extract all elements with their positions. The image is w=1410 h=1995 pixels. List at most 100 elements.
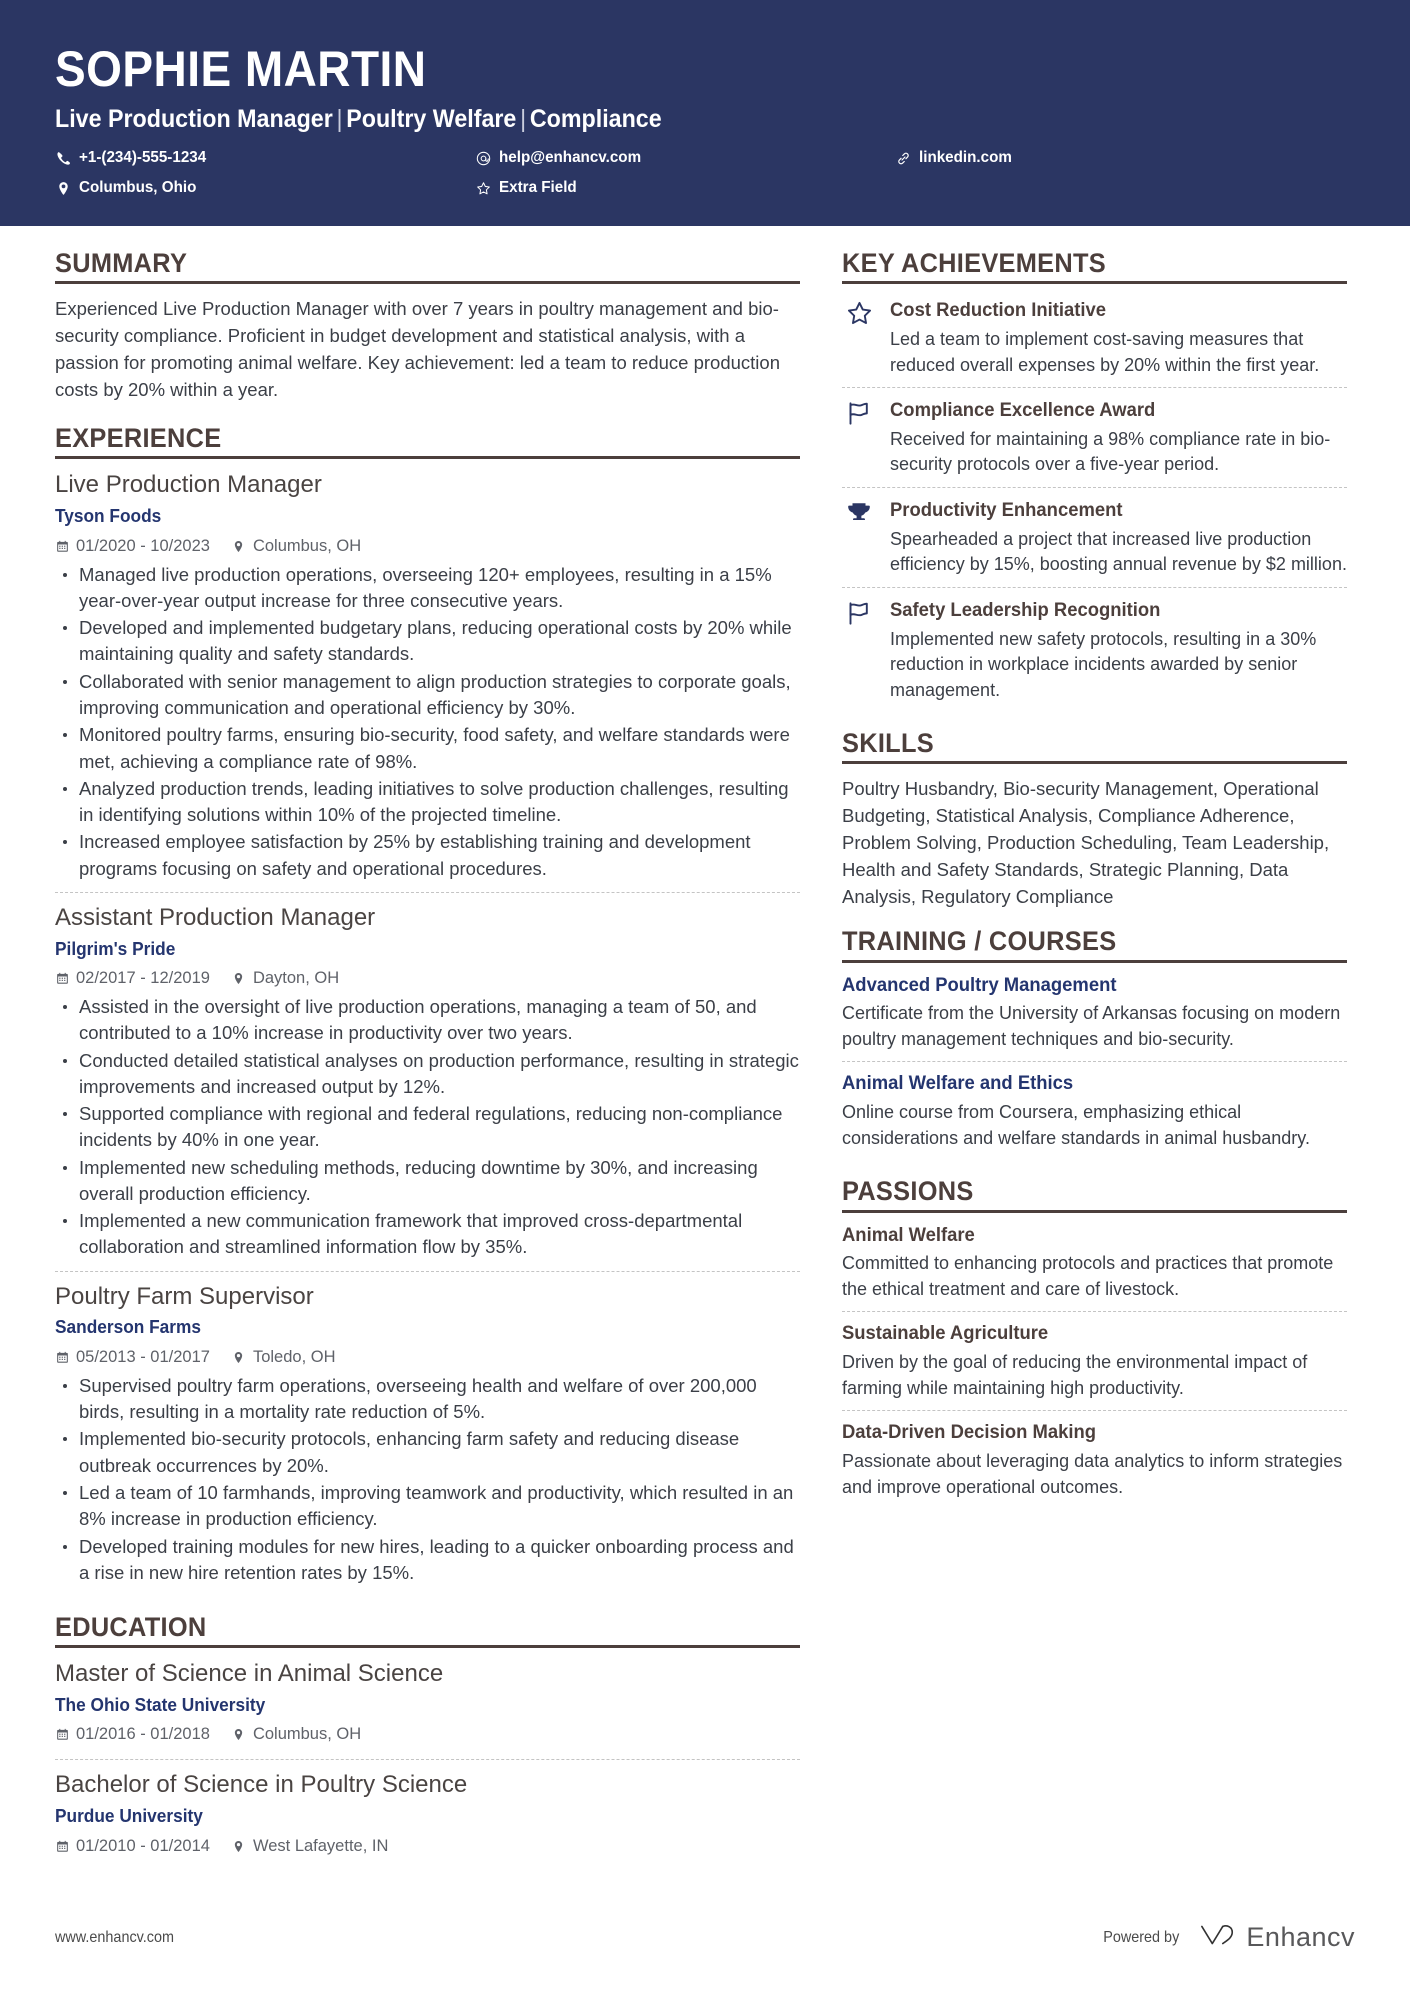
achievement-body: Productivity Enhancement Spearheaded a p… — [890, 499, 1347, 578]
right-column: KEY ACHIEVEMENTS Cost Reduction Initiati… — [842, 248, 1347, 1513]
contact-phone-text: +1-(234)-555-1234 — [79, 149, 207, 166]
bullet: Supervised poultry farm operations, over… — [55, 1373, 800, 1426]
education-entry: Bachelor of Science in Poultry Science P… — [55, 1759, 800, 1870]
skills-text: Poultry Husbandry, Bio-security Manageme… — [842, 778, 1330, 908]
star-icon — [475, 180, 491, 196]
passion-title: Animal Welfare — [842, 1224, 975, 1246]
passion-description: Driven by the goal of reducing the envir… — [842, 1352, 1308, 1398]
headline-part-1: Live Production Manager — [55, 105, 333, 133]
education-dates-text: 01/2016 - 01/2018 — [76, 1725, 210, 1744]
resume-page: SOPHIE MARTIN Live Production Manager | Po… — [0, 0, 1410, 1995]
passion-description: Committed to enhancing protocols and pra… — [842, 1253, 1334, 1299]
footer-branding: Powered by Enhancv — [1099, 1922, 1355, 1953]
bullet: Managed live production operations, over… — [55, 562, 800, 615]
achievement-body: Compliance Excellence Award Received for… — [890, 399, 1347, 478]
achievement-description: Led a team to implement cost-saving meas… — [890, 328, 1320, 375]
contact-email[interactable]: help@enhancv.com — [475, 146, 895, 170]
achievement-title: Cost Reduction Initiative — [890, 300, 1107, 322]
experience-bullets: Supervised poultry farm operations, over… — [55, 1373, 800, 1586]
bullet: Monitored poultry farms, ensuring bio-se… — [55, 722, 800, 775]
headline-separator-1: | — [336, 105, 343, 133]
section-education: EDUCATION Master of Science in Animal Sc… — [55, 1612, 800, 1871]
experience-entry: Poultry Farm Supervisor Sanderson Farms … — [55, 1270, 800, 1596]
education-entry: Master of Science in Animal Science The … — [55, 1659, 800, 1759]
location-icon — [55, 180, 71, 196]
resume-body: SUMMARY Experienced Live Production Mana… — [0, 226, 1410, 1875]
contact-extra-field: Extra Field — [475, 176, 895, 200]
headline-part-3: Compliance — [529, 105, 662, 133]
star-outline-icon — [842, 299, 876, 329]
location-icon — [232, 1350, 246, 1364]
experience-meta: 05/2013 - 01/2017 Toledo, OH — [55, 1346, 800, 1369]
section-passions: PASSIONS Animal Welfare Committed to enh… — [842, 1176, 1347, 1509]
location-icon — [232, 1839, 246, 1853]
education-degree: Master of Science in Animal Science — [55, 1660, 444, 1688]
experience-company: Tyson Foods — [55, 506, 162, 527]
education-location-text: West Lafayette, IN — [252, 1836, 389, 1855]
section-skills: SKILLS Poultry Husbandry, Bio-security M… — [842, 728, 1347, 910]
enhancv-logo: Enhancv — [1199, 1922, 1355, 1953]
bullet: Implemented new scheduling methods, redu… — [55, 1155, 800, 1208]
experience-company: Pilgrim's Pride — [55, 938, 176, 959]
bullet: Analyzed production trends, leading init… — [55, 776, 800, 829]
experience-bullets: Managed live production operations, over… — [55, 562, 800, 882]
experience-dates-text: 02/2017 - 12/2019 — [76, 968, 210, 987]
trophy-icon — [842, 499, 876, 529]
bullet: Implemented a new communication framewor… — [55, 1208, 800, 1261]
experience-location: Dayton, OH — [232, 967, 339, 990]
contact-email-text: help@enhancv.com — [499, 149, 642, 166]
contact-linkedin[interactable]: linkedin.com — [895, 146, 1355, 170]
email-icon — [475, 150, 491, 166]
enhancv-mark-icon — [1199, 1922, 1237, 1953]
experience-dates: 05/2013 - 01/2017 — [55, 1346, 210, 1369]
contact-list: +1-(234)-555-1234 help@enhancv.com linke… — [55, 146, 1355, 200]
summary-heading: SUMMARY — [55, 248, 188, 278]
bullet: Conducted detailed statistical analyses … — [55, 1048, 800, 1101]
passion-item: Sustainable Agriculture Driven by the go… — [842, 1311, 1347, 1410]
achievement-body: Safety Leadership Recognition Implemente… — [890, 599, 1347, 703]
achievement-item: Productivity Enhancement Spearheaded a p… — [842, 486, 1347, 587]
enhancv-wordmark: Enhancv — [1246, 1922, 1355, 1952]
education-location: Columbus, OH — [232, 1723, 361, 1746]
flag-icon — [842, 399, 876, 429]
experience-location-text: Columbus, OH — [252, 536, 362, 555]
phone-icon — [55, 150, 71, 166]
achievements-heading: KEY ACHIEVEMENTS — [842, 248, 1107, 278]
experience-dates: 02/2017 - 12/2019 — [55, 967, 210, 990]
achievement-title: Safety Leadership Recognition — [890, 599, 1161, 621]
bullet: Developed training modules for new hires… — [55, 1534, 800, 1587]
location-icon — [232, 1728, 246, 1742]
experience-dates: 01/2020 - 10/2023 — [55, 535, 210, 558]
bullet: Led a team of 10 farmhands, improving te… — [55, 1480, 800, 1533]
passion-description: Passionate about leveraging data analyti… — [842, 1450, 1343, 1497]
candidate-name: SOPHIE MARTIN — [55, 41, 427, 97]
training-rule — [842, 959, 1347, 963]
education-dates: 01/2016 - 01/2018 — [55, 1723, 210, 1746]
passion-item: Data-Driven Decision Making Passionate a… — [842, 1410, 1347, 1509]
section-summary: SUMMARY Experienced Live Production Mana… — [55, 248, 800, 403]
summary-rule — [55, 281, 800, 285]
contact-linkedin-text: linkedin.com — [919, 149, 1012, 166]
skills-heading: SKILLS — [842, 728, 934, 759]
resume-header: SOPHIE MARTIN Live Production Manager | Po… — [0, 0, 1410, 226]
achievement-item: Compliance Excellence Award Received for… — [842, 387, 1347, 487]
contact-phone[interactable]: +1-(234)-555-1234 — [55, 146, 475, 170]
education-location: West Lafayette, IN — [232, 1835, 388, 1858]
experience-rule — [55, 456, 800, 460]
contact-extra-field-text: Extra Field — [499, 179, 577, 196]
experience-entry: Live Production Manager Tyson Foods 01/2… — [55, 470, 800, 891]
bullet: Assisted in the oversight of live produc… — [55, 994, 800, 1047]
education-school: The Ohio State University — [55, 1695, 266, 1715]
headline-separator-2: | — [520, 105, 527, 133]
experience-heading: EXPERIENCE — [55, 423, 222, 454]
passion-title: Sustainable Agriculture — [842, 1323, 1049, 1345]
experience-location-text: Toledo, OH — [252, 1347, 336, 1366]
bullet: Supported compliance with regional and f… — [55, 1101, 800, 1154]
flag-icon — [842, 599, 876, 629]
education-degree: Bachelor of Science in Poultry Science — [55, 1771, 468, 1799]
passion-item: Animal Welfare Committed to enhancing pr… — [842, 1224, 1347, 1312]
candidate-headline: Live Production Manager | Poultry Welfare |… — [55, 104, 1264, 134]
bullet: Implemented bio-security protocols, enha… — [55, 1426, 800, 1479]
skills-rule — [842, 761, 1347, 765]
footer-website-url[interactable]: www.enhancv.com — [55, 1929, 174, 1947]
